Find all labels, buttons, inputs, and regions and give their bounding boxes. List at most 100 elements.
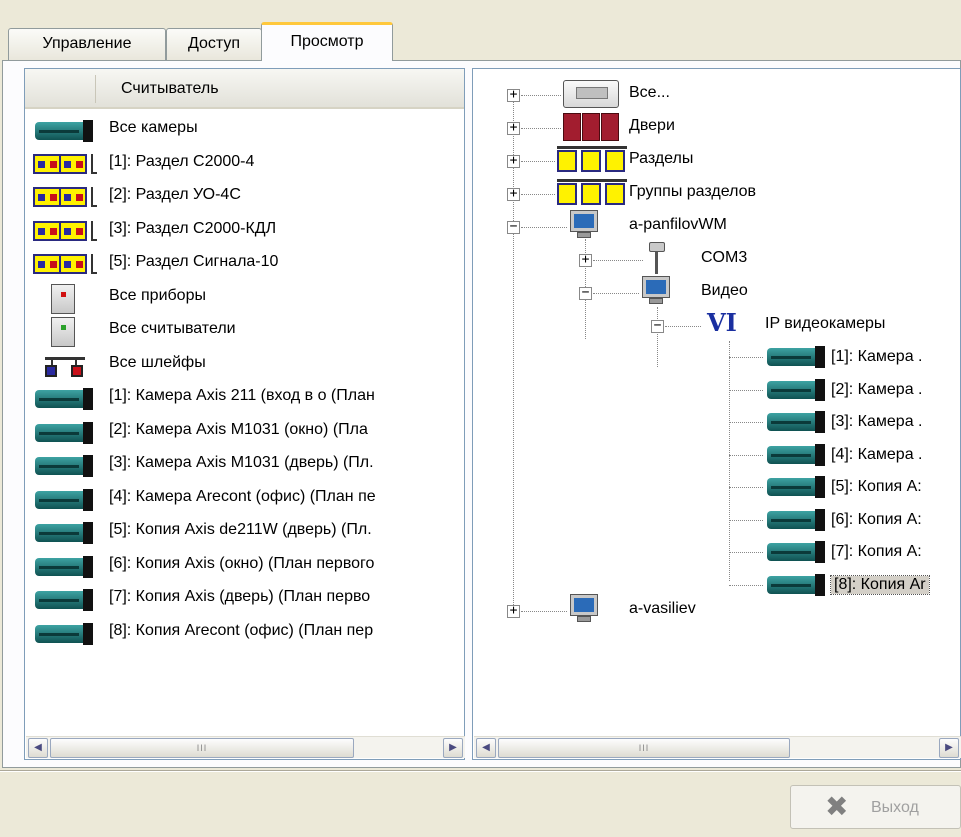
expand-icon[interactable]: +	[579, 253, 592, 267]
right-horizontal-scrollbar[interactable]: ◀ III ▶	[474, 736, 961, 758]
expand-icon[interactable]: +	[507, 154, 520, 168]
camera-icon	[765, 541, 827, 563]
list-item[interactable]: [2]: Камера Axis M1031 (окно) (Пла	[25, 415, 464, 449]
list-item-label: [3]: Камера Axis M1031 (дверь) (Пл.	[109, 454, 374, 471]
tree-node-com3[interactable]: + COM3	[473, 242, 953, 276]
tab-access[interactable]: Доступ	[166, 28, 262, 60]
partition-groups-icon	[557, 179, 627, 207]
camera-icon	[33, 619, 95, 647]
list-item[interactable]: [1]: Раздел С2000-4	[25, 147, 464, 181]
expand-icon[interactable]: +	[507, 604, 520, 618]
tree-node-camera[interactable]: [4]: Камера .	[473, 439, 953, 473]
left-horizontal-scrollbar[interactable]: ◀ III ▶	[26, 736, 465, 758]
camera-icon	[33, 451, 95, 479]
list-item-label: Все шлейфы	[109, 353, 206, 371]
video-ip-icon: VI	[707, 308, 737, 337]
tree-node-computer-vasiliev[interactable]: + a-vasiliev	[473, 593, 953, 627]
expand-icon[interactable]: +	[507, 121, 520, 135]
scroll-left-button[interactable]: ◀	[28, 738, 48, 758]
scrollbar-thumb[interactable]: III	[498, 738, 790, 758]
list-item[interactable]: [3]: Раздел С2000-КДЛ	[25, 214, 464, 248]
camera-icon	[33, 418, 95, 446]
expand-icon[interactable]: +	[507, 88, 520, 102]
tree-node-camera[interactable]: [2]: Камера .	[473, 374, 953, 408]
tree-node-label: [4]: Камера .	[831, 445, 923, 463]
control-panel-icon	[563, 80, 619, 108]
list-item-label: [1]: Камера Axis 211 (вход в о (План	[109, 387, 375, 404]
list-item[interactable]: [1]: Камера Axis 211 (вход в о (План	[25, 381, 464, 415]
column-separator	[95, 75, 96, 103]
computer-icon	[641, 276, 671, 305]
list-item-label: [5]: Раздел Сигнала-10	[109, 253, 279, 270]
list-item[interactable]: [8]: Копия Arecont (офис) (План пер	[25, 616, 464, 650]
camera-icon	[765, 411, 827, 433]
tree-node-label: [1]: Камера .	[831, 348, 923, 365]
computer-icon	[569, 594, 599, 623]
tree-node-label: [7]: Копия А:	[831, 543, 922, 560]
list-item[interactable]: Все приборы	[25, 281, 464, 315]
tree-node-label-selected: [8]: Копия Ar	[830, 574, 930, 595]
list-item-label: Все камеры	[109, 119, 198, 136]
exit-button[interactable]: ✖ Выход	[790, 785, 961, 829]
list-item-label: Все приборы	[109, 286, 206, 304]
tree-node-label: Разделы	[629, 150, 694, 167]
list-item[interactable]: [7]: Копия Axis (дверь) (План перво	[25, 582, 464, 616]
camera-icon	[33, 518, 95, 546]
list-item-label: [6]: Копия Axis (окно) (План первого	[109, 554, 375, 572]
list-item-label: Все считыватели	[109, 320, 236, 337]
list-item[interactable]: [5]: Раздел Сигнала-10	[25, 247, 464, 281]
tree-node-camera[interactable]: [7]: Копия А:	[473, 536, 953, 570]
tree-node-label: [3]: Камера .	[831, 413, 923, 430]
list-item[interactable]: [3]: Камера Axis M1031 (дверь) (Пл.	[25, 448, 464, 482]
list-item[interactable]: Все камеры	[25, 113, 464, 147]
camera-icon	[33, 552, 95, 580]
expand-icon[interactable]: +	[507, 187, 520, 201]
list-item[interactable]: [5]: Копия Axis de211W (дверь) (Пл.	[25, 515, 464, 549]
tree-node-computer-panfilov[interactable]: − a-panfilovWM	[473, 209, 953, 243]
loops-icon	[33, 351, 95, 379]
tree-node-partition-groups[interactable]: + Группы разделов	[473, 176, 953, 210]
scrollbar-thumb[interactable]: III	[50, 738, 354, 758]
tree-node-label: IP видеокамеры	[765, 315, 886, 332]
tree-node-label: a-vasiliev	[629, 600, 696, 617]
column-header-reader[interactable]: Считыватель	[25, 69, 464, 109]
partition-icon	[33, 250, 97, 278]
list-item-label: [5]: Копия Axis de211W (дверь) (Пл.	[109, 521, 372, 538]
list-item[interactable]: [6]: Копия Axis (окно) (План первого	[25, 549, 464, 583]
collapse-icon[interactable]: −	[579, 286, 592, 300]
tree-node-label: Все...	[629, 84, 670, 101]
list-item-label: [7]: Копия Axis (дверь) (План перво	[109, 588, 371, 605]
tree-node-camera[interactable]: [3]: Камера .	[473, 406, 953, 440]
tree-node-ip-cameras[interactable]: − VI IP видеокамеры	[473, 308, 953, 342]
tree-node-partitions[interactable]: + Разделы	[473, 143, 953, 177]
scroll-left-button[interactable]: ◀	[476, 738, 496, 758]
device-icon	[33, 283, 95, 314]
partition-icon	[33, 150, 97, 178]
tree-node-label: a-panfilovWM	[629, 216, 727, 233]
list-item[interactable]: Все считыватели	[25, 314, 464, 348]
tree-node-label: [5]: Копия А:	[831, 478, 922, 495]
tree-node-camera[interactable]: [1]: Камера .	[473, 341, 953, 375]
tab-control[interactable]: Управление	[8, 28, 166, 60]
scroll-right-button[interactable]: ▶	[443, 738, 463, 758]
reader-list-panel: Считыватель Все камеры [1]: Раздел С2000-…	[24, 68, 465, 760]
collapse-icon[interactable]: −	[651, 319, 664, 333]
computer-icon	[569, 210, 599, 239]
camera-icon	[765, 443, 827, 466]
list-item[interactable]: [4]: Камера Arecont (офис) (План пе	[25, 482, 464, 516]
scroll-right-button[interactable]: ▶	[939, 738, 959, 758]
tree-node-camera[interactable]: [5]: Копия А:	[473, 471, 953, 505]
tab-view[interactable]: Просмотр	[261, 22, 393, 61]
collapse-icon[interactable]: −	[507, 220, 520, 234]
list-item-label: [2]: Камера Axis M1031 (окно) (Пла	[109, 420, 368, 438]
tree-node-video[interactable]: − Видео	[473, 275, 953, 309]
list-item[interactable]: [2]: Раздел УО-4С	[25, 180, 464, 214]
tree-node-doors[interactable]: + Двери	[473, 110, 953, 144]
tree-node-all[interactable]: + Все...	[473, 77, 953, 111]
tree-node-camera[interactable]: [6]: Копия А:	[473, 504, 953, 538]
list-item[interactable]: Все шлейфы	[25, 348, 464, 382]
tree-node-label: Группы разделов	[629, 183, 756, 200]
device-tree: + Все... + Двери + Разделы + Группы разд…	[473, 69, 960, 759]
camera-icon	[765, 476, 827, 498]
list-item-label: [1]: Раздел С2000-4	[109, 152, 255, 170]
